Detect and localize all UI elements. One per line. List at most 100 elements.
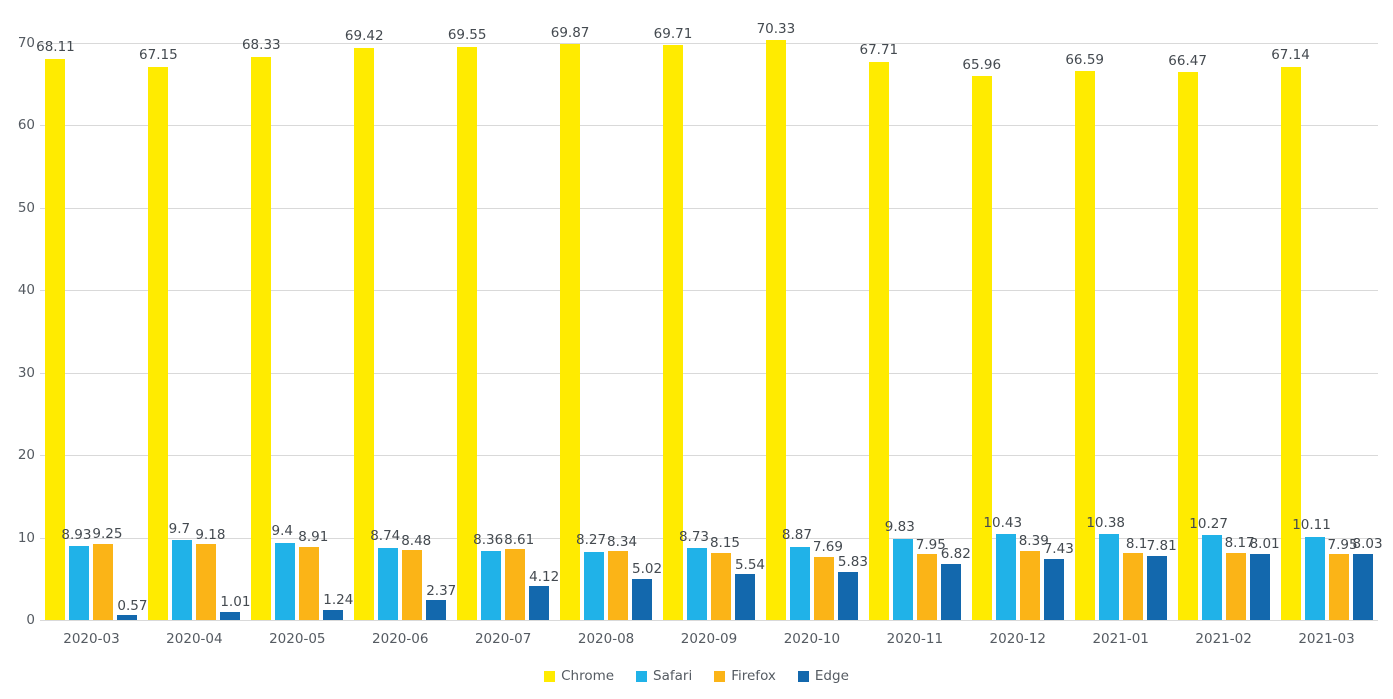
bar-chrome[interactable]: 68.33 <box>242 39 281 620</box>
bar-group-bars: 65.96 10.43 8.39 7.43 <box>962 0 1074 620</box>
bar-edge[interactable]: 5.83 <box>838 556 868 620</box>
bar-edge[interactable]: 5.02 <box>632 563 662 620</box>
bar-chrome[interactable]: 66.59 <box>1065 53 1104 620</box>
bar-firefox[interactable]: 9.25 <box>92 528 122 620</box>
bar-group: 67.15 9.7 9.18 1.01 <box>139 0 250 620</box>
bar-safari[interactable]: 8.93 <box>61 528 91 620</box>
bar-safari[interactable]: 8.87 <box>782 529 812 620</box>
bar-safari[interactable]: 10.27 <box>1189 517 1228 620</box>
x-axis-tick-label: 2020-03 <box>63 631 120 647</box>
bar-group-bars: 69.42 8.74 8.48 2.37 <box>345 0 456 620</box>
bar-group-bars: 67.71 9.83 7.95 6.82 <box>860 0 971 620</box>
bar-value-label: 66.59 <box>1065 51 1104 68</box>
bar-firefox[interactable]: 7.69 <box>813 541 843 620</box>
bar-edge[interactable]: 5.54 <box>735 558 765 620</box>
bar-value-label: 67.71 <box>859 42 899 59</box>
bar-chrome[interactable]: 67.14 <box>1271 49 1310 620</box>
bar-group: 67.71 9.83 7.95 6.82 <box>860 0 971 620</box>
bar-safari[interactable]: 9.4 <box>272 525 296 620</box>
x-axis-tick-label: 2020-08 <box>577 631 635 647</box>
bar-group-bars: 70.33 8.87 7.69 5.83 <box>757 0 868 620</box>
bar-chrome[interactable]: 67.71 <box>860 44 898 620</box>
legend-item-label: Safari <box>653 668 693 684</box>
bar-edge[interactable]: 2.37 <box>426 584 456 620</box>
bar-value-label: 67.14 <box>1271 47 1310 64</box>
bar-edge[interactable]: 1.24 <box>323 594 353 620</box>
bar-safari[interactable]: 9.7 <box>169 522 193 620</box>
bar-group-bars: 67.14 10.11 7.95 8.03 <box>1271 0 1383 620</box>
bar-firefox[interactable]: 8.39 <box>1019 535 1049 620</box>
bar-value-label: 69.87 <box>550 24 590 41</box>
bar-edge[interactable]: 7.43 <box>1044 543 1074 620</box>
browser-market-share-bar-chart: 0 10 20 30 40 50 60 70 68.11 8.93 9.25 0.57 67.15 9.… <box>0 0 1393 699</box>
legend-swatch-icon <box>544 670 556 682</box>
x-axis-tick-label: 2021-01 <box>1092 631 1149 647</box>
y-axis-tick-label: 60 <box>17 117 35 134</box>
bar-value-label: 8.74 <box>370 528 401 545</box>
legend-item-label: Chrome <box>561 668 615 684</box>
bar-safari[interactable]: 8.73 <box>679 530 709 620</box>
legend-item-label: Edge <box>814 668 849 684</box>
bar-firefox[interactable]: 7.95 <box>1327 538 1358 620</box>
legend-swatch-icon <box>636 670 648 682</box>
bar-edge[interactable]: 7.81 <box>1147 540 1177 620</box>
bar-chrome[interactable]: 65.96 <box>962 58 1001 620</box>
legend-item-firefox[interactable]: Firefox <box>714 668 776 684</box>
bar-value-label: 69.55 <box>447 27 487 44</box>
bar-safari[interactable]: 10.11 <box>1292 519 1331 620</box>
bar-safari[interactable]: 8.36 <box>473 533 503 620</box>
bar-firefox[interactable]: 8.48 <box>401 534 431 620</box>
legend-item-label: Firefox <box>731 668 776 684</box>
bar-firefox[interactable]: 8.1 <box>1122 537 1147 620</box>
bar-safari[interactable]: 8.27 <box>576 534 606 620</box>
bar-value-label: 8.34 <box>607 533 638 550</box>
y-axis-tick-label: 20 <box>17 447 35 464</box>
chart-legend: Chrome Safari Firefox Edge <box>0 668 1393 684</box>
bar-value-label: 67.15 <box>139 47 178 63</box>
bar-value-label: 8.48 <box>401 532 432 549</box>
bar-edge[interactable]: 4.12 <box>529 570 559 620</box>
bar-group: 70.33 8.87 7.69 5.83 <box>757 0 868 620</box>
bar-value-label: 8.91 <box>298 529 329 546</box>
y-axis-tick-label: 40 <box>17 282 35 299</box>
bar-firefox[interactable]: 8.34 <box>607 535 637 620</box>
bar-edge[interactable]: 0.57 <box>117 599 147 620</box>
x-axis-tick-label: 2020-11 <box>886 631 944 647</box>
bar-edge[interactable]: 8.03 <box>1352 538 1383 620</box>
x-axis-tick-label: 2020-09 <box>680 631 738 647</box>
bar-edge[interactable]: 8.01 <box>1250 538 1280 620</box>
legend-item-edge[interactable]: Edge <box>797 668 849 684</box>
bar-firefox[interactable]: 8.61 <box>504 533 534 620</box>
bar-safari[interactable]: 10.43 <box>983 516 1022 620</box>
bar-safari[interactable]: 8.74 <box>370 530 400 620</box>
bar-edge[interactable]: 6.82 <box>941 548 971 620</box>
legend-swatch-icon <box>714 670 726 682</box>
bar-chrome[interactable]: 66.47 <box>1168 54 1207 620</box>
bar-value-label: 10.43 <box>983 514 1023 531</box>
bar-chrome[interactable]: 67.15 <box>139 48 178 620</box>
bar-value-label: 10.11 <box>1292 517 1331 534</box>
bar-value-label: 8.61 <box>504 531 535 548</box>
bar-group: 69.55 8.36 8.61 4.12 <box>448 0 559 620</box>
bar-group-bars: 66.47 10.27 8.17 8.01 <box>1168 0 1280 620</box>
bar-group-bars: 68.11 8.93 9.25 0.57 <box>36 0 147 620</box>
bar-group: 66.59 10.38 8.1 7.81 <box>1065 0 1177 620</box>
legend-item-safari[interactable]: Safari <box>636 668 692 684</box>
x-axis-tick-label: 2021-02 <box>1195 631 1252 647</box>
bar-value-label: 8.03 <box>1352 536 1383 553</box>
bar-firefox[interactable]: 8.15 <box>710 537 740 620</box>
bar-group-bars: 69.71 8.73 8.15 5.54 <box>654 0 765 620</box>
bar-firefox[interactable]: 8.91 <box>298 531 328 620</box>
bar-firefox[interactable]: 9.18 <box>195 528 225 620</box>
bar-firefox[interactable]: 7.95 <box>916 538 946 620</box>
bar-group: 68.11 8.93 9.25 0.57 <box>36 0 147 620</box>
bar-firefox[interactable]: 8.17 <box>1225 537 1255 620</box>
bar-safari[interactable]: 10.38 <box>1086 516 1125 620</box>
legend-item-chrome[interactable]: Chrome <box>544 668 614 684</box>
y-axis-tick-label: 0 <box>26 612 35 628</box>
bar-value-label: 8.87 <box>781 527 812 544</box>
bar-edge[interactable]: 1.01 <box>220 596 250 620</box>
bar-safari[interactable]: 9.83 <box>885 521 915 620</box>
x-axis-tick-label: 2020-07 <box>474 631 532 647</box>
bar-groups: 68.11 8.93 9.25 0.57 67.15 9.7 9.18 1.01 68.33 9.… <box>36 0 1383 620</box>
